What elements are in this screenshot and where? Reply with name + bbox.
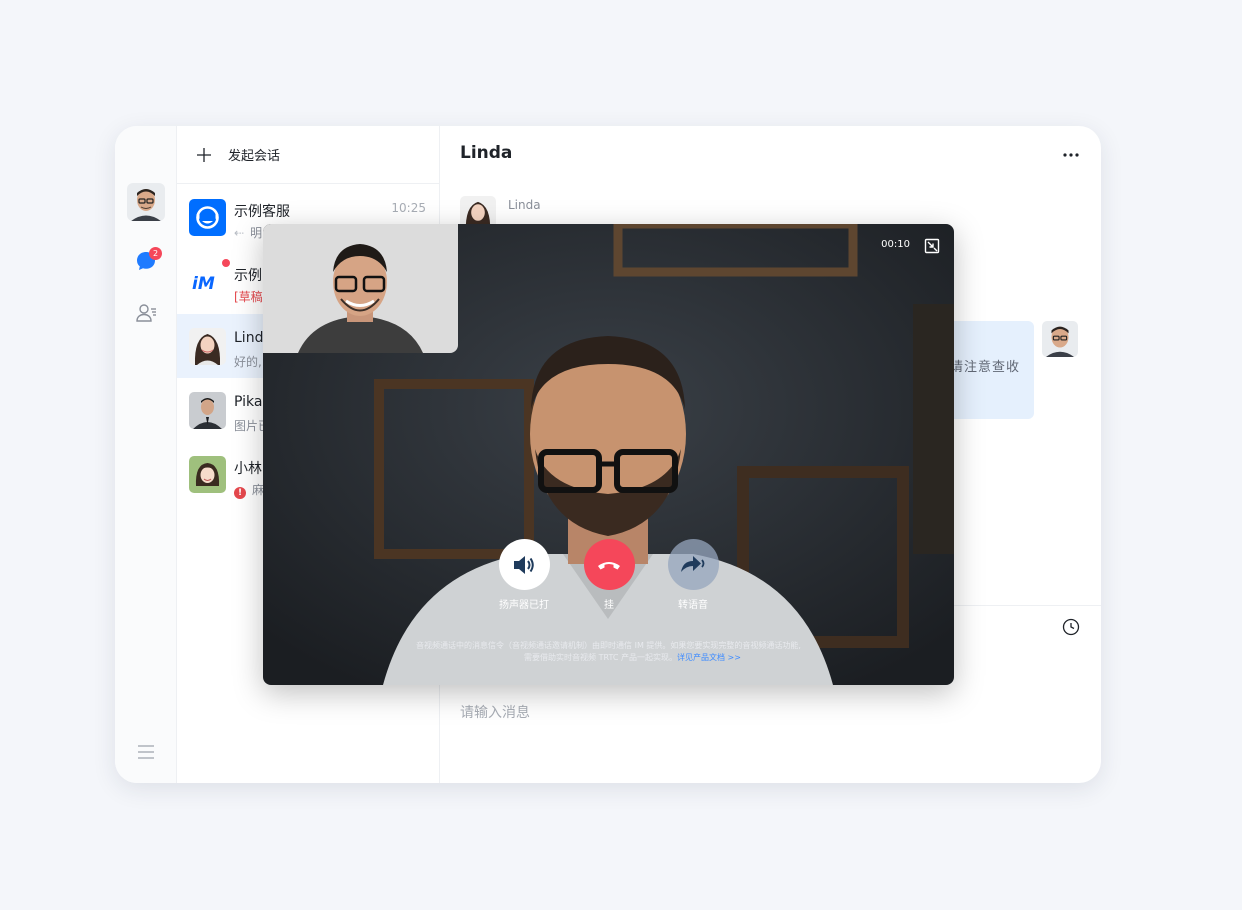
- voice-label: 转语音: [678, 600, 708, 611]
- xiaolin-avatar: [189, 456, 226, 493]
- hangup-label: 挂: [604, 600, 614, 611]
- new-chat-label: 发起会话: [228, 149, 281, 164]
- conversation-preview: [草稿: [234, 290, 263, 304]
- conversation-name: Lind: [234, 330, 264, 346]
- conversation-preview: ⇠ 明: [234, 226, 263, 240]
- conversation-name: 示例客服: [234, 204, 290, 220]
- conversation-name: Pika: [234, 394, 263, 410]
- user-avatar[interactable]: [127, 183, 165, 221]
- hangup-button[interactable]: [583, 539, 635, 590]
- nav-rail: 2: [115, 126, 177, 783]
- plus-icon: [197, 147, 211, 162]
- call-timer: 00:10: [881, 239, 910, 250]
- hangup-control[interactable]: 挂: [574, 539, 644, 611]
- conversation-name: 小林: [234, 461, 262, 477]
- voice-control[interactable]: 转语音: [658, 539, 728, 611]
- minimize-call-icon[interactable]: [924, 238, 940, 254]
- speaker-control[interactable]: 扬声器已打: [489, 539, 559, 611]
- switch-voice-icon: [681, 555, 705, 572]
- message-input[interactable]: 请输入消息: [460, 702, 530, 722]
- message-sender-name: Linda: [508, 198, 541, 212]
- outgoing-message-text: 请注意查收: [950, 360, 1021, 375]
- notice-line-2: 需要借助实时音视频 TRTC 产品一起实现。详见产品文档 >>: [524, 653, 741, 662]
- conversation-preview: 好的,: [234, 355, 262, 369]
- unread-dot: [222, 259, 230, 267]
- call-notice: 音视频通话中的消息信令（音视频通话邀请机制）由即时通信 IM 提供。如果您要实现…: [263, 640, 954, 664]
- product-docs-link[interactable]: 详见产品文档 >>: [677, 653, 741, 662]
- send-failed-icon: !: [234, 487, 246, 499]
- read-receipt-icon: ⇠: [234, 226, 245, 240]
- speaker-button[interactable]: [498, 539, 550, 590]
- unread-badge: 2: [149, 247, 162, 260]
- history-clock-icon[interactable]: [1061, 617, 1081, 637]
- new-chat-button[interactable]: 发起会话: [177, 126, 439, 184]
- pika-avatar: [189, 392, 226, 429]
- contacts-icon[interactable]: [134, 301, 158, 325]
- speaker-icon: [514, 555, 534, 574]
- chat-title: Linda: [460, 143, 513, 163]
- conversation-time: 10:25: [391, 201, 426, 215]
- local-video-preview[interactable]: [263, 224, 458, 353]
- customer-service-avatar: [189, 199, 226, 236]
- switch-to-voice-button[interactable]: [667, 539, 719, 590]
- video-call-window: 00:10 扬声器已打 挂 转语音 音视频通话中的消息信令（音视频通话邀请机制）…: [263, 224, 954, 685]
- linda-avatar: [189, 328, 226, 365]
- conversation-preview: ! 麻: [234, 481, 264, 499]
- hangup-phone-icon: [598, 561, 620, 569]
- more-icon[interactable]: [1061, 145, 1081, 165]
- my-message-avatar[interactable]: [1042, 321, 1078, 357]
- speaker-label: 扬声器已打: [499, 600, 549, 611]
- conversation-name: 示例: [234, 268, 262, 284]
- svg-text:iM: iM: [192, 274, 215, 294]
- notice-line-1: 音视频通话中的消息信令（音视频通话邀请机制）由即时通信 IM 提供。如果您要实现…: [416, 641, 801, 650]
- im-logo-avatar: iM: [189, 263, 226, 300]
- menu-icon[interactable]: [135, 741, 157, 763]
